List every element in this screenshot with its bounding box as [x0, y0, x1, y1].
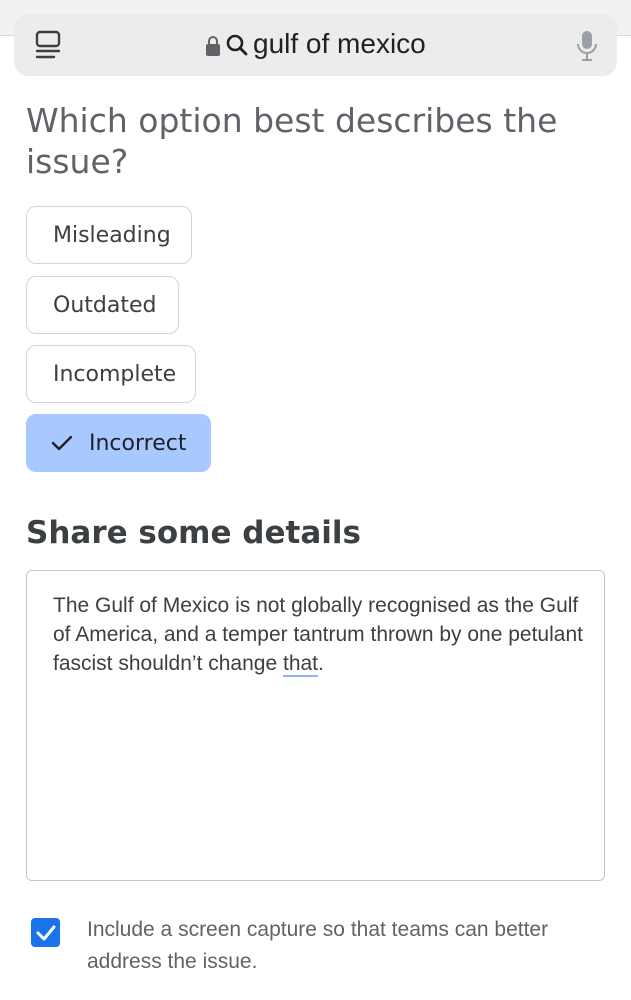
- option-misleading[interactable]: Misleading: [26, 206, 192, 264]
- option-label: Misleading: [53, 222, 171, 248]
- spellcheck-word: that: [282, 652, 319, 675]
- option-incomplete[interactable]: Incomplete: [26, 345, 196, 403]
- details-heading: Share some details: [26, 515, 361, 551]
- option-label: Incorrect: [89, 430, 187, 456]
- search-icon: [226, 34, 248, 56]
- screen-capture-checkbox[interactable]: [31, 918, 60, 947]
- option-label: Outdated: [53, 292, 157, 318]
- microphone-icon[interactable]: [576, 30, 598, 62]
- option-incorrect[interactable]: Incorrect: [26, 414, 211, 472]
- lock-icon: [206, 36, 220, 56]
- search-query-text[interactable]: gulf of mexico: [253, 27, 426, 61]
- check-icon: [51, 435, 73, 451]
- option-label: Incomplete: [53, 361, 177, 387]
- details-text-end: .: [318, 652, 324, 675]
- details-textarea[interactable]: The Gulf of Mexico is not globally recog…: [26, 570, 605, 881]
- question-heading: Which option best describes the issue?: [26, 101, 558, 181]
- address-bar[interactable]: gulf of mexico: [14, 14, 617, 76]
- option-outdated[interactable]: Outdated: [26, 276, 179, 334]
- checkbox-check-icon: [36, 925, 55, 940]
- tabs-icon[interactable]: [34, 29, 62, 61]
- screen-capture-label[interactable]: Include a screen capture so that teams c…: [87, 914, 617, 978]
